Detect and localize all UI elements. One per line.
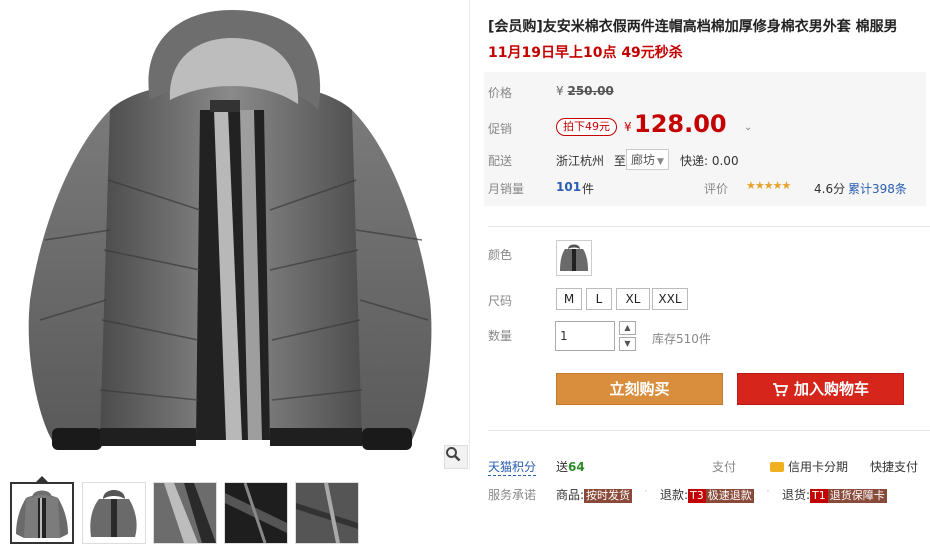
size-option-m[interactable]: M <box>556 288 582 310</box>
price-label: 价格 <box>488 86 513 100</box>
thumbnail-4[interactable] <box>224 482 288 544</box>
separator-dot: · <box>766 484 770 498</box>
flash-sale-notice: 11月19日早上10点 49元秒杀 <box>488 45 683 61</box>
shipping-fee: 快递: 0.00 <box>680 154 739 168</box>
original-price-value: 250.00 <box>567 84 614 98</box>
thumbnail-5[interactable] <box>295 482 359 544</box>
thumbnail-strip <box>0 476 470 554</box>
separator-dot: · <box>644 484 648 498</box>
review-count-link[interactable]: 累计398条 <box>848 180 907 197</box>
cart-icon <box>772 382 788 396</box>
rating-label: 评价 <box>704 182 729 196</box>
service-refund: 退款: T3 极速退款 <box>660 486 754 503</box>
service-return-tier: T1 <box>810 489 828 503</box>
stock-count: 库存510件 <box>652 332 711 346</box>
service-return: 退货: T1 退货保障卡 <box>782 486 887 503</box>
original-price: ¥ 250.00 <box>556 84 614 98</box>
swatch-jacket-image <box>560 244 588 271</box>
current-price: 128.00 <box>634 110 727 138</box>
service-return-label: 退货: <box>782 488 811 502</box>
thumb-jacket-front <box>16 490 68 538</box>
quantity-input[interactable] <box>555 321 615 351</box>
points-send-word: 送 <box>556 460 569 474</box>
points-value: 64 <box>568 460 585 474</box>
service-goods: 商品: 按时发货 <box>556 486 633 503</box>
service-goods-label: 商品: <box>556 488 585 502</box>
quantity-label: 数量 <box>488 329 513 343</box>
points-reward: 送64 <box>556 458 585 475</box>
magnifier-icon <box>446 447 461 462</box>
product-info-panel: [会员购]友安米棉衣假两件连帽高档棉加厚修身棉衣男外套 棉服男 11月19日早上… <box>484 0 930 554</box>
service-refund-label: 退款: <box>660 488 689 502</box>
tmall-points-link[interactable]: 天猫积分 <box>488 458 537 476</box>
add-to-cart-label: 加入购物车 <box>793 380 869 398</box>
promo-label: 促销 <box>488 122 513 136</box>
thumb-jacket-side <box>90 490 137 537</box>
chevron-down-icon: ▼ <box>657 157 664 167</box>
express-pay-link[interactable]: 快捷支付 <box>870 458 918 475</box>
thumbnail-2[interactable] <box>82 482 146 544</box>
monthly-sales-count: 101 <box>556 180 582 194</box>
size-label: 尺码 <box>488 294 513 308</box>
size-option-l[interactable]: L <box>586 288 612 310</box>
jacket-illustration <box>28 10 432 450</box>
credit-installment-label: 信用卡分期 <box>788 460 849 474</box>
main-product-image[interactable] <box>0 0 470 470</box>
service-label: 服务承诺 <box>488 488 537 502</box>
destination-select[interactable]: 廊坊 ▼ <box>626 149 669 170</box>
thumb-collar-detail <box>154 483 216 543</box>
divider <box>488 226 930 227</box>
zoom-button[interactable] <box>444 445 468 469</box>
ship-to-word: 至 <box>613 154 626 168</box>
service-return-badge[interactable]: 退货保障卡 <box>827 489 887 503</box>
current-price-symbol: ¥ <box>624 120 632 134</box>
shipping-label: 配送 <box>488 154 513 168</box>
size-option-xl[interactable]: XL <box>616 288 650 310</box>
service-refund-tier: T3 <box>688 489 706 503</box>
chevron-down-icon[interactable]: ⌄ <box>744 122 752 133</box>
star-rating-icon: ★★★★★ <box>746 179 791 192</box>
quantity-increase-button[interactable]: ▲ <box>619 321 636 335</box>
buy-now-button[interactable]: 立刻购买 <box>556 373 723 405</box>
service-refund-badge[interactable]: 极速退款 <box>705 489 754 503</box>
destination-value: 廊坊 <box>631 153 656 167</box>
credit-installment-link[interactable]: 信用卡分期 <box>770 458 848 475</box>
credit-card-icon <box>770 462 784 472</box>
ship-origin: 浙江杭州 <box>556 154 605 168</box>
monthly-sales-label: 月销量 <box>488 182 525 196</box>
monthly-sales-unit: 件 <box>582 182 595 196</box>
service-goods-badge[interactable]: 按时发货 <box>584 489 633 503</box>
rating-score: 4.6分 <box>814 182 846 196</box>
original-price-symbol: ¥ <box>556 84 564 98</box>
color-label: 颜色 <box>488 248 513 262</box>
thumb-pocket-detail <box>296 483 358 543</box>
thumb-zipper-detail <box>225 483 287 543</box>
quantity-decrease-button[interactable]: ▼ <box>619 337 636 351</box>
color-swatch-grey[interactable] <box>556 240 592 276</box>
payment-label: 支付 <box>712 460 737 474</box>
divider <box>488 430 930 431</box>
product-title: [会员购]友安米棉衣假两件连帽高档棉加厚修身棉衣男外套 棉服男 <box>488 19 898 35</box>
add-to-cart-button[interactable]: 加入购物车 <box>737 373 904 405</box>
promo-tag: 拍下49元 <box>556 118 617 136</box>
ship-from: 浙江杭州 至 <box>556 152 626 169</box>
thumbnail-1[interactable] <box>10 482 74 544</box>
thumbnail-3[interactable] <box>153 482 217 544</box>
size-option-xxl[interactable]: XXL <box>652 288 688 310</box>
